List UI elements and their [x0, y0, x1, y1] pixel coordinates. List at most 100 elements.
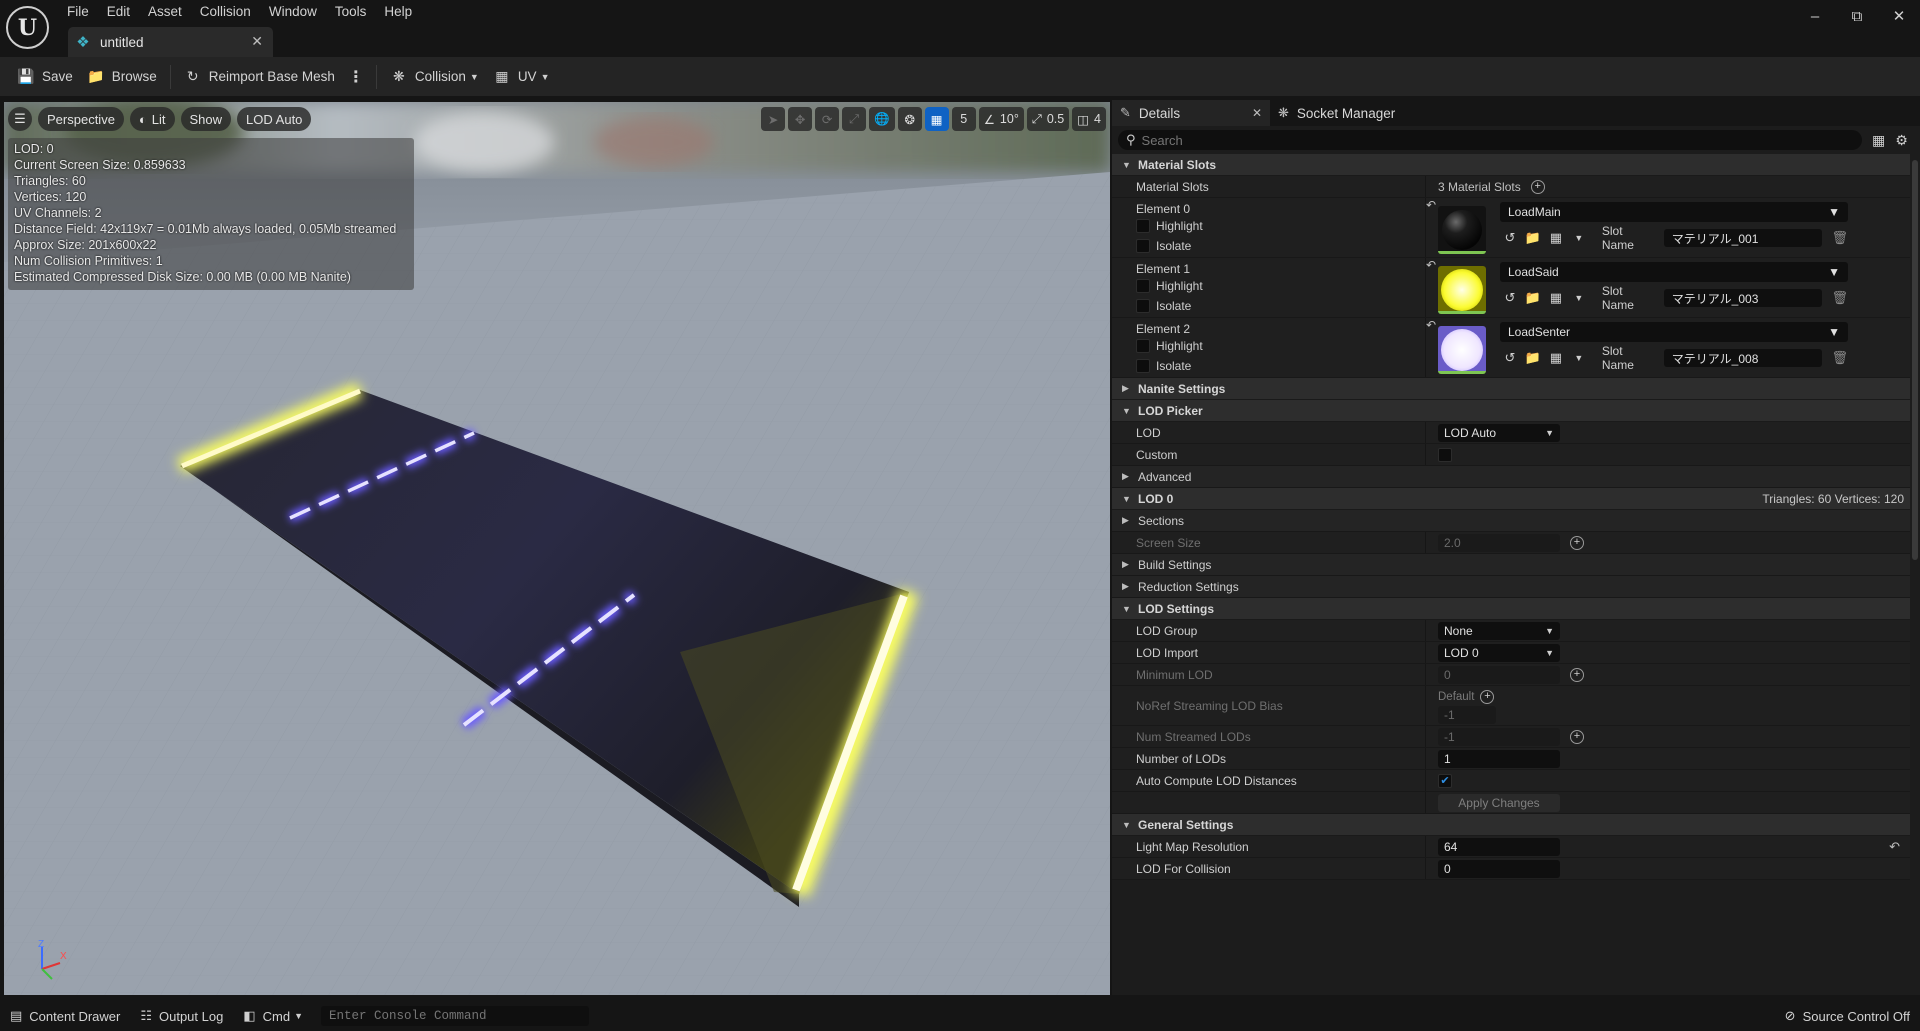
reduction-settings-group[interactable]: ▶ Reduction Settings [1112, 576, 1910, 598]
menu-file[interactable]: File [58, 3, 98, 21]
browse-asset-icon[interactable]: 📁 [1523, 230, 1543, 246]
category-nanite-settings[interactable]: ▶ Nanite Settings [1112, 378, 1910, 400]
delete-icon[interactable]: 🗑 [1832, 290, 1849, 306]
material-thumbnail[interactable] [1438, 206, 1486, 254]
save-button[interactable]: 💾 Save [10, 62, 80, 92]
material-thumbnail[interactable] [1438, 326, 1486, 374]
uv-dropdown[interactable]: ▦ UV ▼ [486, 62, 557, 92]
delete-icon[interactable]: 🗑 [1832, 230, 1849, 246]
advanced-group[interactable]: ▶ Advanced [1112, 466, 1910, 488]
close-window-icon[interactable]: ✕ [1878, 0, 1920, 32]
grid-snap-value[interactable]: 5 [951, 107, 976, 131]
slot-name-field[interactable]: マテリアル_001 [1663, 229, 1822, 247]
source-control-button[interactable]: ⊘ Source Control Off [1785, 1001, 1910, 1031]
use-selected-icon[interactable]: ↺ [1500, 350, 1520, 366]
build-settings-group[interactable]: ▶ Build Settings [1112, 554, 1910, 576]
cmd-dropdown[interactable]: ◧ Cmd ▼ [233, 1001, 313, 1031]
angle-snap-button[interactable]: ∠ 10° [978, 107, 1024, 131]
category-material-slots[interactable]: ▼ Material Slots [1112, 154, 1910, 176]
chevron-down-icon[interactable]: ▼ [1569, 233, 1589, 243]
menu-window[interactable]: Window [260, 3, 326, 21]
tab-details[interactable]: ✎ Details ✕ [1112, 100, 1270, 126]
scale-icon[interactable]: ⤢ [842, 107, 867, 131]
document-tab[interactable]: ❖ untitled ✕ [68, 27, 273, 57]
material-dropdown[interactable]: LoadMain ▼ [1500, 202, 1848, 222]
num-streamed-lods-field[interactable]: -1 [1438, 727, 1560, 746]
category-lod-settings[interactable]: ▼ LOD Settings [1112, 598, 1910, 620]
browse-asset-icon[interactable]: 📁 [1523, 290, 1543, 306]
material-dropdown[interactable]: LoadSenter ▼ [1500, 322, 1848, 342]
world-local-icon[interactable]: 🌐 [869, 107, 895, 131]
menu-collision[interactable]: Collision [191, 3, 260, 21]
output-log-button[interactable]: ☷ Output Log [130, 1001, 233, 1031]
reset-to-default-icon[interactable]: ↶ [1426, 318, 1436, 377]
search-input[interactable] [1141, 132, 1804, 148]
perspective-button[interactable]: Perspective [38, 107, 124, 131]
scale-snap-button[interactable]: ⤢ 0.5 [1026, 107, 1070, 131]
light-map-resolution-field[interactable]: 64 [1438, 837, 1560, 856]
delete-icon[interactable]: 🗑 [1832, 350, 1849, 366]
slot-name-field[interactable]: マテリアル_008 [1663, 349, 1822, 367]
checker-icon[interactable]: ▦ [1546, 230, 1566, 246]
more-options-icon[interactable]: ⋮ [342, 67, 370, 87]
translate-icon[interactable]: ✥ [788, 107, 813, 131]
close-icon[interactable]: ✕ [1252, 106, 1262, 120]
lod-group-dropdown[interactable]: None ▼ [1438, 621, 1560, 640]
lit-button[interactable]: ◐ Lit [129, 107, 175, 131]
menu-asset[interactable]: Asset [139, 3, 191, 21]
viewport-menu-icon[interactable]: ☰ [8, 107, 32, 131]
console-command-input[interactable] [321, 1006, 589, 1026]
chevron-down-icon[interactable]: ▼ [1569, 353, 1589, 363]
grid-snap-icon[interactable]: ▦ [924, 107, 949, 131]
select-mode-icon[interactable]: ➤ [761, 107, 786, 131]
chevron-down-icon[interactable]: ▼ [1569, 293, 1589, 303]
use-selected-icon[interactable]: ↺ [1500, 290, 1520, 306]
unreal-logo-icon[interactable]: U [6, 6, 49, 49]
sections-group[interactable]: ▶ Sections [1112, 510, 1910, 532]
noref-bias-field[interactable]: -1 [1438, 705, 1496, 724]
menu-tools[interactable]: Tools [326, 3, 376, 21]
lod-dropdown[interactable]: LOD Auto ▼ [1438, 423, 1560, 442]
category-lod-0[interactable]: ▼ LOD 0 Triangles: 60 Vertices: 120 [1112, 488, 1910, 510]
minimize-icon[interactable]: – [1794, 0, 1836, 32]
browse-asset-icon[interactable]: 📁 [1523, 350, 1543, 366]
use-selected-icon[interactable]: ↺ [1500, 230, 1520, 246]
reimport-button[interactable]: ↻ Reimport Base Mesh [177, 62, 342, 92]
highlight-checkbox[interactable] [1136, 219, 1150, 233]
collision-dropdown[interactable]: ❋ Collision ▼ [383, 62, 486, 92]
lod-import-dropdown[interactable]: LOD 0 ▼ [1438, 643, 1560, 662]
table-view-icon[interactable]: ▦ [1872, 132, 1885, 149]
details-scrollbar[interactable] [1912, 160, 1918, 560]
slot-name-field[interactable]: マテリアル_003 [1663, 289, 1822, 307]
gear-icon[interactable]: ⚙ [1895, 132, 1908, 149]
isolate-checkbox[interactable] [1136, 239, 1150, 253]
add-icon[interactable]: + [1570, 535, 1584, 550]
auto-compute-checkbox[interactable]: ✔ [1438, 773, 1452, 788]
camera-speed-button[interactable]: ◫ 4 [1072, 107, 1106, 131]
number-of-lods-field[interactable]: 1 [1438, 749, 1560, 768]
lod-auto-button[interactable]: LOD Auto [237, 107, 312, 131]
reset-to-default-icon[interactable]: ↶ [1889, 839, 1900, 855]
isolate-checkbox[interactable] [1136, 359, 1150, 373]
material-thumbnail[interactable] [1438, 266, 1486, 314]
mesh-viewport[interactable]: ☰ Perspective ◐ Lit Show LOD Auto ➤ ✥ ⟳ … [4, 102, 1110, 995]
highlight-checkbox[interactable] [1136, 339, 1150, 353]
add-icon[interactable]: + [1570, 667, 1584, 682]
add-icon[interactable]: + [1570, 729, 1584, 744]
material-dropdown[interactable]: LoadSaid ▼ [1500, 262, 1848, 282]
checker-icon[interactable]: ▦ [1546, 350, 1566, 366]
checker-icon[interactable]: ▦ [1546, 290, 1566, 306]
close-tab-icon[interactable]: ✕ [251, 33, 263, 50]
restore-icon[interactable]: ⧉ [1836, 0, 1878, 32]
surface-snap-icon[interactable]: ❂ [897, 107, 922, 131]
minimum-lod-field[interactable]: 0 [1438, 665, 1560, 684]
tab-socket-manager[interactable]: ❋ Socket Manager [1270, 100, 1403, 126]
custom-checkbox[interactable] [1438, 447, 1452, 462]
menu-edit[interactable]: Edit [98, 3, 139, 21]
category-lod-picker[interactable]: ▼ LOD Picker [1112, 400, 1910, 422]
browse-button[interactable]: 📁 Browse [80, 62, 164, 92]
content-drawer-button[interactable]: ▤ Content Drawer [0, 1001, 130, 1031]
rotate-icon[interactable]: ⟳ [815, 107, 840, 131]
add-slot-icon[interactable]: + [1530, 179, 1545, 194]
lod-for-collision-field[interactable]: 0 [1438, 859, 1560, 878]
